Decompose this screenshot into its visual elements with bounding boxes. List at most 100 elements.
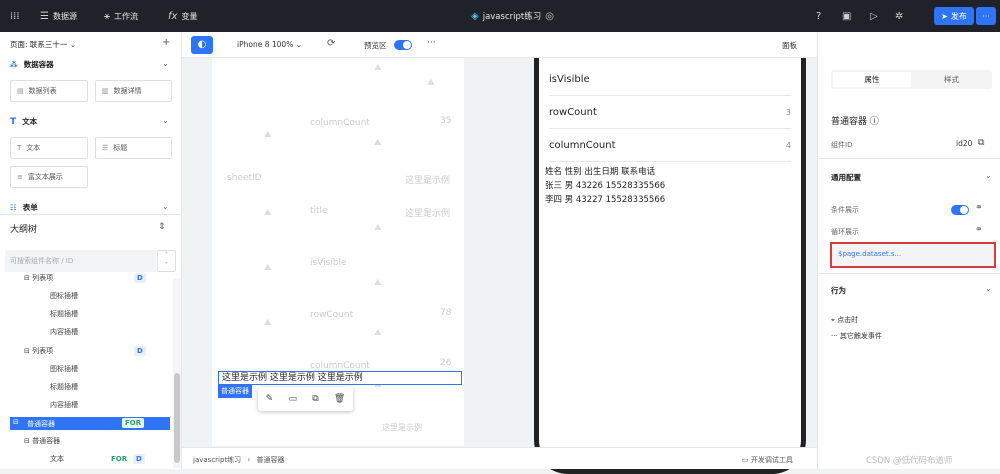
grid-icon[interactable]: ⁞⁞⁞ — [10, 0, 20, 32]
page-selector[interactable]: 页面: 联系三十一 ⌄ — [10, 39, 76, 50]
general-config-header[interactable]: 通用配置 — [831, 172, 861, 183]
selected-container-text[interactable]: 这里是示例 这里是示例 这里是示例 — [218, 371, 462, 385]
expand-collapse-icon[interactable]: ⇕ — [158, 222, 166, 232]
terminal-icon: ▭ — [742, 456, 749, 464]
preview-toggle[interactable] — [394, 40, 412, 50]
title-component[interactable]: ☰ 标题 — [95, 137, 172, 159]
badge-for: FOR — [111, 455, 128, 463]
floating-toolbar: ✎ ▭ ⧉ 🗑 — [258, 387, 353, 411]
cond-show-label: 条件展示 — [831, 206, 859, 214]
form-icon: ☷ — [10, 203, 17, 212]
canvas-toolbar: ◐ iPhone 8 100% ⌄ ⟳ 预览区 ··· 面板 — [182, 32, 817, 58]
other-events[interactable]: ··· 其它触发事件 — [831, 331, 882, 341]
publish-button[interactable]: ➤ 发布 — [934, 7, 974, 25]
app-title[interactable]: ◈ javascript练习 ◎ — [471, 0, 554, 32]
ghost-value: 35 — [440, 116, 452, 126]
ghost-value: 这里是示例 — [405, 176, 451, 186]
tree-item-icon-slot[interactable]: 图标插槽 — [50, 291, 78, 301]
device-selector[interactable]: iPhone 8 100% ⌄ — [237, 40, 302, 49]
tree-item-title-slot[interactable]: 标题插槽 — [50, 309, 78, 319]
link-icon[interactable]: ⚭ — [975, 203, 983, 213]
copy-icon[interactable]: ⧉ — [978, 138, 984, 148]
workflow-button[interactable]: ⚹ 工作流 — [104, 0, 138, 32]
tab-properties[interactable]: 属性 — [833, 72, 911, 87]
text-icon: T — [10, 116, 17, 127]
tab-style[interactable]: 样式 — [913, 72, 990, 87]
datasource-button[interactable]: ☰ 数据源 — [40, 0, 77, 32]
tree-scrollbar[interactable] — [173, 278, 181, 468]
add-page-button[interactable]: + — [162, 37, 170, 48]
help-icon[interactable]: ? — [816, 0, 821, 32]
behavior-header[interactable]: 行为 — [831, 285, 846, 296]
component-search-input[interactable]: 可搜索组件名称 / ID — [5, 250, 156, 272]
chevron-down-icon[interactable]: ⌄ — [162, 202, 169, 211]
publish-more-button[interactable]: ··· — [976, 7, 996, 25]
component-id-value: id20 — [956, 139, 973, 148]
more-dots-icon: ··· — [831, 332, 838, 340]
chevron-down-icon[interactable]: ⌄ — [162, 59, 169, 68]
function-icon: fx — [168, 10, 178, 22]
chevron-down-icon[interactable]: ⌄ — [985, 284, 992, 293]
component-title: 普通容器 ⓘ — [831, 117, 879, 127]
outline-tree-title: 大纲树 — [10, 225, 38, 235]
edit-icon[interactable]: ✎ — [266, 394, 274, 404]
data-container-icon: ⁂ — [10, 60, 18, 69]
ghost-label: columnCount — [310, 361, 370, 371]
data-detail-component[interactable]: ▥ 数据详情 — [95, 80, 172, 102]
section-text[interactable]: T 文本 — [10, 116, 37, 127]
rich-text-icon: ≡ — [17, 173, 23, 181]
phone-preview: isVisible rowCount 3 columnCount 4 姓名 性别 出… — [534, 58, 806, 474]
tree-item-container[interactable]: ⊟ 普通容器 — [24, 436, 60, 446]
section-form[interactable]: ☷ 表单 — [10, 202, 38, 213]
preview-label: 预览区 — [364, 41, 387, 50]
data-list-component[interactable]: ▤ 数据列表 — [10, 80, 88, 102]
chevron-down-icon: ⌄ — [69, 40, 77, 49]
ghost-value: 78 — [440, 308, 452, 318]
on-click-event[interactable]: ⌖ 点击时 — [831, 315, 858, 325]
delete-icon[interactable]: 🗑 — [334, 394, 345, 404]
image-placeholder-icon: ⛰ — [264, 130, 272, 140]
chevron-down-icon[interactable]: ⌄ — [985, 171, 992, 180]
workflow-icon: ⚹ — [104, 10, 110, 22]
save-icon[interactable]: ▭ — [288, 394, 297, 404]
text-component[interactable]: T 文本 — [10, 137, 88, 159]
ghost-label: rowCount — [310, 310, 354, 320]
link-icon[interactable]: ⚭ — [975, 225, 983, 235]
preview-row-rowcount: rowCount 3 — [549, 96, 791, 129]
tree-item-selected-container[interactable]: ⊟ 普通容器 FOR — [10, 417, 170, 430]
play-icon[interactable]: ▷ — [870, 0, 878, 32]
tree-item-content-slot[interactable]: 内容插槽 — [50, 327, 78, 337]
tree-item-icon-slot[interactable]: 图标插槽 — [50, 364, 78, 374]
dev-tools-button[interactable]: ▭ 开发调试工具 — [742, 455, 793, 465]
tree-item-list-item[interactable]: ⊟ 列表项 — [24, 273, 53, 283]
cond-show-toggle[interactable] — [951, 205, 969, 215]
refresh-icon[interactable]: ⟳ — [327, 38, 335, 49]
chevron-down-icon[interactable]: ⌄ — [162, 116, 169, 125]
copy-icon[interactable]: ⧉ — [312, 394, 318, 404]
more-icon[interactable]: ··· — [427, 38, 436, 48]
list-icon: ▤ — [17, 87, 24, 95]
check-circle-icon: ◎ — [545, 10, 554, 22]
rich-text-component[interactable]: ≡ 富文本展示 — [10, 166, 88, 188]
device-mode-icon[interactable]: ◐ — [191, 36, 213, 54]
tree-item-content-slot[interactable]: 内容插槽 — [50, 400, 78, 410]
search-stepper[interactable]: ˄ ˅ — [157, 250, 176, 272]
app-logo-icon: ◈ — [471, 10, 479, 22]
ghost-text-below: 这里是示例 — [382, 423, 422, 432]
badge-d: D — [134, 273, 146, 283]
settings-icon[interactable]: ✲ — [895, 0, 903, 32]
pointer-icon: ⌖ — [831, 316, 835, 324]
tree-item-text[interactable]: 文本 — [50, 454, 64, 464]
scroll-thumb[interactable] — [174, 373, 180, 463]
loop-binding-input[interactable]: $page.dataset.s... — [830, 242, 996, 268]
panel-button[interactable]: 面板 — [782, 40, 797, 51]
selected-container-label[interactable]: 普通容器 — [218, 385, 252, 398]
tree-item-title-slot[interactable]: 标题插槽 — [50, 382, 78, 392]
badge-for: FOR — [122, 418, 145, 428]
save-icon[interactable]: ▣ — [842, 0, 851, 32]
preview-row-isvisible: isVisible — [549, 63, 791, 96]
image-placeholder-icon: ⛰ — [374, 223, 382, 233]
tree-item-list-item[interactable]: ⊟ 列表项 — [24, 346, 53, 356]
variables-button[interactable]: fx 变量 — [168, 0, 197, 32]
section-data-container[interactable]: ⁂ 数据容器 — [10, 59, 54, 70]
